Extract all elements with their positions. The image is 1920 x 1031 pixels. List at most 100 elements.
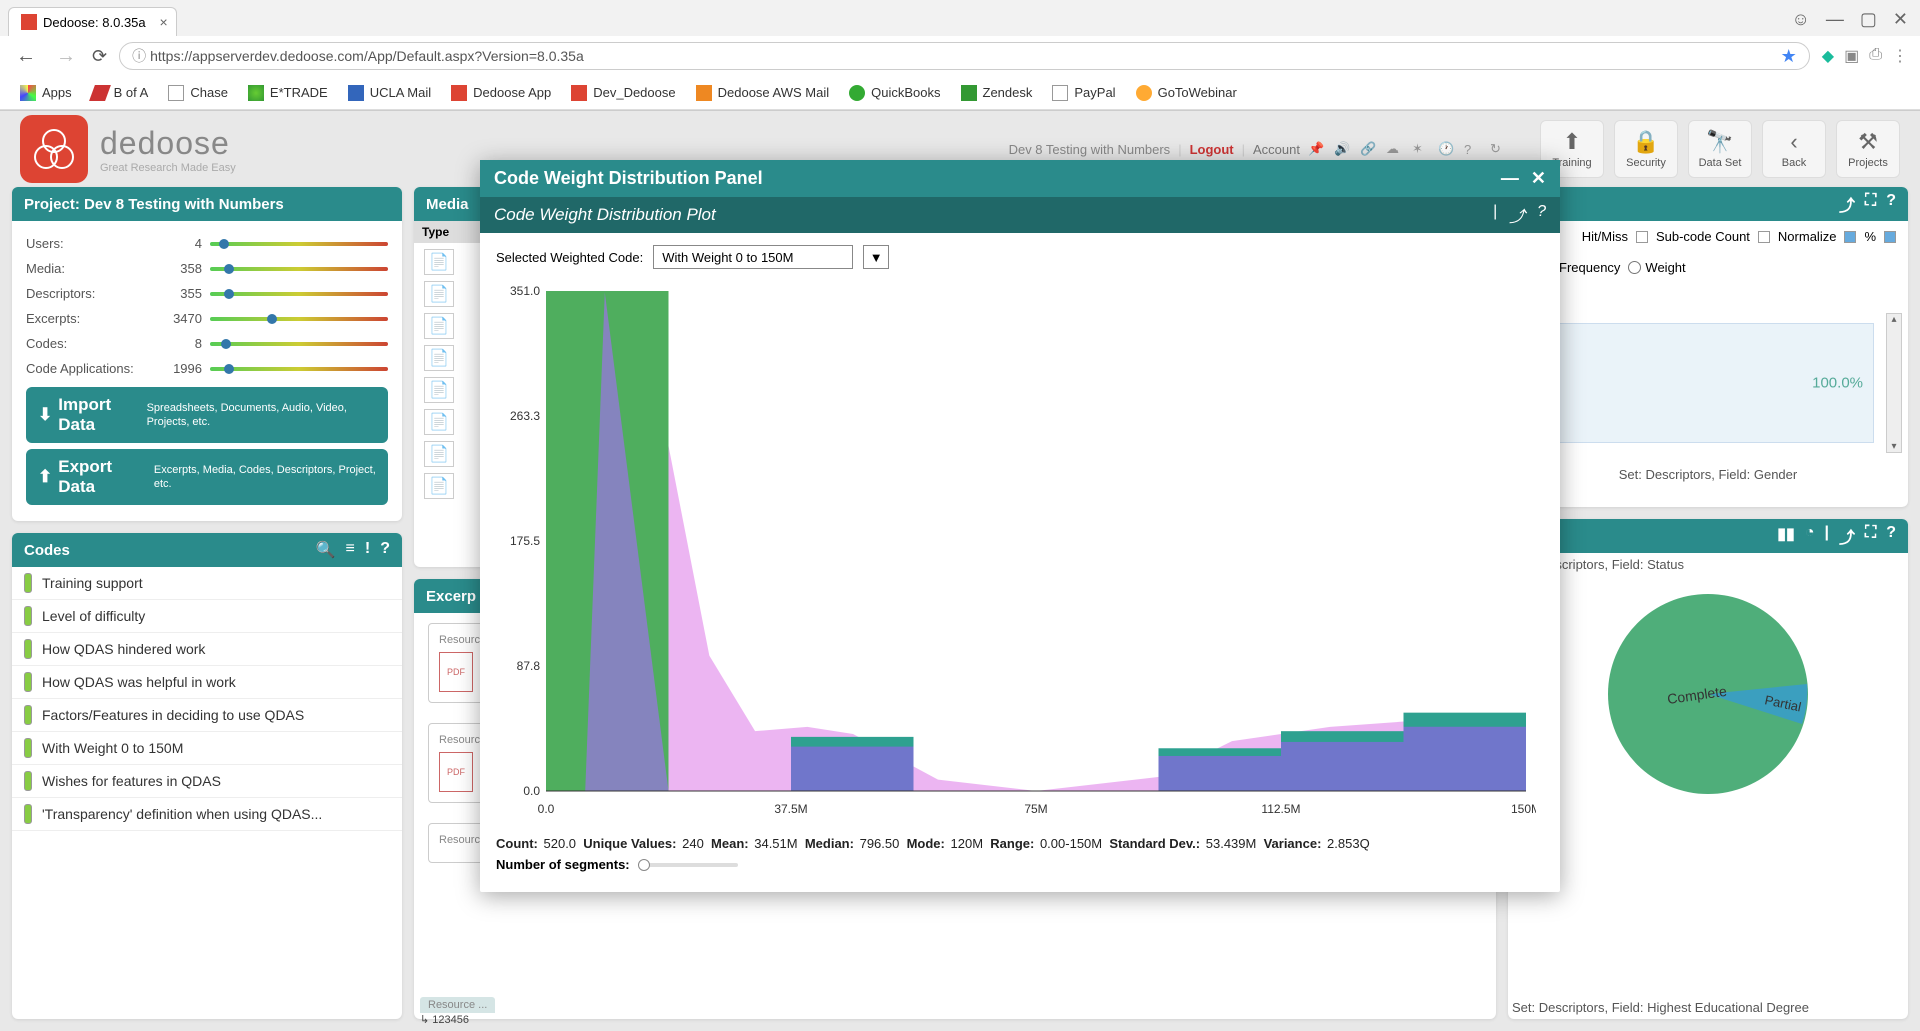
- document-icon[interactable]: 📄: [424, 249, 454, 275]
- checkbox-subcode[interactable]: [1758, 231, 1770, 243]
- upload-icon[interactable]: ⤴: [1509, 203, 1525, 227]
- bookmark-item[interactable]: Chase: [160, 81, 236, 105]
- stat-slider[interactable]: [210, 342, 388, 346]
- code-list-item[interactable]: Wishes for features in QDAS: [12, 765, 402, 798]
- help-icon[interactable]: ?: [1886, 524, 1896, 548]
- site-info-icon[interactable]: ⓘ: [132, 46, 146, 66]
- checkbox-normalize[interactable]: [1844, 231, 1856, 243]
- bookmark-item[interactable]: Dedoose AWS Mail: [688, 81, 838, 105]
- filter-icon[interactable]: ≡: [346, 540, 355, 560]
- bookmark-item[interactable]: Zendesk: [953, 81, 1041, 105]
- logout-link[interactable]: Logout: [1190, 142, 1234, 157]
- code-list-item[interactable]: With Weight 0 to 150M: [12, 732, 402, 765]
- codes-panel-header: Codes 🔍 ≡ ! ?: [12, 533, 402, 567]
- help-icon[interactable]: ?: [1537, 203, 1546, 227]
- bookmark-apps[interactable]: Apps: [12, 81, 80, 105]
- nav-tile-security[interactable]: 🔒Security: [1614, 120, 1678, 178]
- bookmark-star-icon[interactable]: ★: [1781, 46, 1797, 67]
- document-icon[interactable]: 📄: [424, 473, 454, 499]
- modal-close-icon[interactable]: ✕: [1531, 168, 1546, 189]
- bookmark-item[interactable]: UCLA Mail: [340, 81, 439, 105]
- project-stat-row: Code Applications:1996: [26, 356, 388, 381]
- code-list-item[interactable]: Training support: [12, 567, 402, 600]
- pin-icon[interactable]: 📌: [1308, 141, 1326, 157]
- window-close-icon[interactable]: ✕: [1893, 9, 1908, 30]
- stat-slider[interactable]: [210, 242, 388, 246]
- clock-icon[interactable]: 🕐: [1438, 141, 1456, 157]
- modal-title-bar[interactable]: Code Weight Distribution Panel — ✕: [480, 160, 1560, 197]
- code-color-swatch: [24, 606, 32, 626]
- segments-slider[interactable]: [638, 863, 738, 867]
- cloud-icon[interactable]: ☁: [1386, 141, 1404, 157]
- expand-icon[interactable]: ⛶: [1865, 192, 1876, 216]
- tools-icon: ⚒: [1858, 129, 1878, 155]
- bookmark-item[interactable]: E*TRADE: [240, 81, 336, 105]
- refresh-icon[interactable]: ↻: [1490, 141, 1508, 157]
- bookmark-item[interactable]: Dev_Dedoose: [563, 81, 683, 105]
- account-link[interactable]: Account: [1253, 142, 1300, 157]
- stat-slider[interactable]: [210, 317, 388, 321]
- scrollbar[interactable]: ▴▾: [1886, 313, 1902, 453]
- search-icon[interactable]: 🔍: [316, 540, 336, 560]
- browser-reload-icon[interactable]: ⟳: [92, 46, 107, 67]
- stat-slider[interactable]: [210, 367, 388, 371]
- right-chart-panel: ⤴ ⛶ ? Hit/Miss Sub-code Count Normalize …: [1508, 187, 1908, 507]
- checkbox-hitmiss[interactable]: [1636, 231, 1648, 243]
- bookmark-item[interactable]: B of A: [84, 81, 157, 105]
- browser-tab[interactable]: Dedoose: 8.0.35a ×: [8, 7, 177, 36]
- bookmark-item[interactable]: PayPal: [1044, 81, 1123, 105]
- modal-minimize-icon[interactable]: —: [1501, 168, 1519, 189]
- document-icon[interactable]: 📄: [424, 409, 454, 435]
- sound-icon[interactable]: 🔊: [1334, 141, 1352, 157]
- export-data-button[interactable]: ⬆ Export DataExcerpts, Media, Codes, Des…: [26, 449, 388, 505]
- nav-tile-dataset[interactable]: 🔭Data Set: [1688, 120, 1752, 178]
- extension-icon[interactable]: ▣: [1844, 46, 1859, 66]
- tab-close-icon[interactable]: ×: [159, 14, 167, 30]
- bookmark-item[interactable]: QuickBooks: [841, 81, 948, 105]
- help-icon[interactable]: ?: [380, 540, 390, 560]
- checkbox-percent[interactable]: [1884, 231, 1896, 243]
- nav-tile-projects[interactable]: ⚒Projects: [1836, 120, 1900, 178]
- document-icon[interactable]: 📄: [424, 441, 454, 467]
- document-icon[interactable]: 📄: [424, 313, 454, 339]
- chevron-down-icon[interactable]: ▼: [863, 245, 889, 269]
- link-icon[interactable]: 🔗: [1360, 141, 1378, 157]
- document-icon[interactable]: 📄: [424, 345, 454, 371]
- window-minimize-icon[interactable]: —: [1826, 9, 1844, 30]
- extension-icon[interactable]: ⎙: [1869, 46, 1882, 66]
- pie-chart-icon[interactable]: ◔: [1805, 524, 1815, 548]
- upload-icon[interactable]: ⤴: [1839, 192, 1855, 216]
- window-maximize-icon[interactable]: ▢: [1860, 9, 1877, 30]
- upload-icon[interactable]: ⤴: [1839, 524, 1855, 548]
- code-list-item[interactable]: 'Transparency' definition when using QDA…: [12, 798, 402, 831]
- code-list-item[interactable]: How QDAS was helpful in work: [12, 666, 402, 699]
- weighted-code-select[interactable]: With Weight 0 to 150M: [653, 245, 853, 269]
- url-input[interactable]: ⓘ https://appserverdev.dedoose.com/App/D…: [119, 42, 1810, 70]
- nav-tile-back[interactable]: ‹Back: [1762, 120, 1826, 178]
- help-icon[interactable]: ?: [1886, 192, 1896, 216]
- browser-back-icon[interactable]: ←: [12, 41, 40, 72]
- expand-icon[interactable]: ⛶: [1865, 524, 1876, 548]
- browser-menu-icon[interactable]: ⋮: [1892, 46, 1908, 66]
- help-icon[interactable]: ?: [1464, 142, 1482, 157]
- document-icon[interactable]: 📄: [424, 377, 454, 403]
- upload-icon: ⬆: [38, 467, 52, 487]
- star-icon[interactable]: ✶: [1412, 141, 1430, 157]
- stat-slider[interactable]: [210, 267, 388, 271]
- pdf-icon: PDF: [439, 752, 473, 792]
- stat-slider[interactable]: [210, 292, 388, 296]
- pie-chart-panel: ▮▮ ◔ | ⤴ ⛶ ? Set: Descriptors, Field: St…: [1508, 519, 1908, 1019]
- user-avatar-icon[interactable]: ☺: [1792, 9, 1810, 30]
- code-list-item[interactable]: Factors/Features in deciding to use QDAS: [12, 699, 402, 732]
- bookmark-item[interactable]: Dedoose App: [443, 81, 559, 105]
- code-list-item[interactable]: How QDAS hindered work: [12, 633, 402, 666]
- bookmark-item[interactable]: GoToWebinar: [1128, 81, 1245, 105]
- document-icon[interactable]: 📄: [424, 281, 454, 307]
- bar-chart-icon[interactable]: ▮▮: [1777, 524, 1795, 548]
- app-logo[interactable]: [20, 115, 88, 183]
- extension-icon[interactable]: ◆: [1822, 46, 1834, 66]
- radio-weight[interactable]: Weight: [1628, 260, 1685, 275]
- code-list-item[interactable]: Level of difficulty: [12, 600, 402, 633]
- alert-icon[interactable]: !: [365, 540, 370, 560]
- import-data-button[interactable]: ⬇ Import DataSpreadsheets, Documents, Au…: [26, 387, 388, 443]
